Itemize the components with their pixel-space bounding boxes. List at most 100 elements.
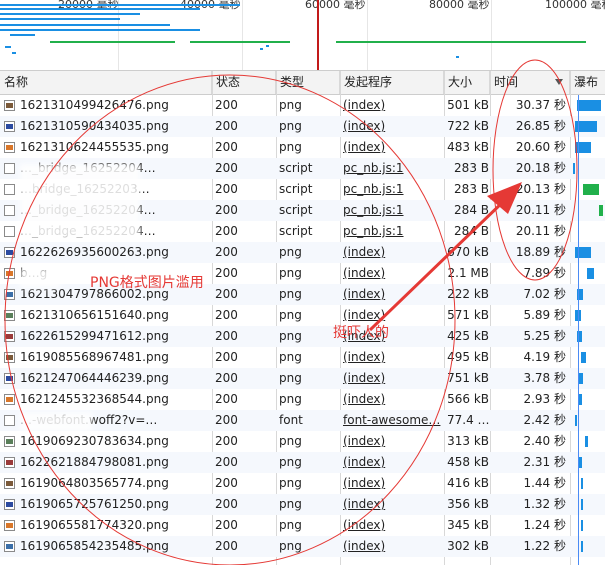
request-initiator[interactable]: (index): [343, 494, 443, 515]
request-type: png: [279, 140, 302, 154]
image-thumbnail: [6, 460, 13, 465]
request-initiator[interactable]: pc_nb.js:1: [343, 179, 443, 200]
table-row[interactable]: 1619064803565774.png 200 png (index) 416 kB 1…: [0, 473, 605, 494]
request-type: png: [279, 539, 302, 553]
table-row[interactable]: 1621245532368544.png 200 png (index) 566 kB 2…: [0, 389, 605, 410]
network-overview-timeline[interactable]: 20000 毫秒 40000 毫秒 60000 毫秒 80000 毫秒 1000…: [0, 0, 605, 71]
overview-activity-bar: [190, 41, 290, 43]
request-initiator[interactable]: (index): [343, 473, 443, 494]
request-type: png: [279, 98, 302, 112]
image-thumbnail: [6, 292, 13, 297]
image-icon: [4, 289, 15, 300]
request-initiator[interactable]: (index): [343, 242, 443, 263]
overview-activity-bar: [0, 8, 200, 10]
column-header-size[interactable]: 大小: [444, 71, 490, 94]
column-header-waterfall[interactable]: 瀑布: [570, 71, 605, 94]
request-size: 345 kB: [447, 518, 489, 532]
overview-activity-bar: [0, 29, 200, 31]
table-row[interactable]: 1619069230783634.png 200 png (index) 313 kB 2…: [0, 431, 605, 452]
overview-activity-bar: [266, 45, 269, 47]
overview-activity-bar: [5, 46, 11, 48]
waterfall-bar: [577, 100, 601, 111]
request-time: 4.19 秒: [523, 350, 566, 364]
table-row[interactable]: 1622621884798081.png 200 png (index) 458 kB 2…: [0, 452, 605, 473]
column-header-initiator[interactable]: 发起程序: [340, 71, 444, 94]
overview-activity-bar: [0, 13, 140, 15]
request-size: 222 kB: [447, 287, 489, 301]
request-size: 751 kB: [447, 371, 489, 385]
font-icon: [4, 415, 15, 426]
request-initiator[interactable]: (index): [343, 536, 443, 557]
overview-activity-bar: [10, 34, 35, 36]
script-icon: [4, 226, 15, 237]
request-initiator[interactable]: (index): [343, 263, 443, 284]
image-icon: [4, 268, 15, 279]
request-initiator[interactable]: pc_nb.js:1: [343, 158, 443, 179]
waterfall-bar: [581, 352, 586, 363]
request-status: 200: [215, 224, 238, 238]
request-initiator[interactable]: font-awesome…: [343, 410, 443, 431]
request-initiator[interactable]: (index): [343, 284, 443, 305]
column-header-type[interactable]: 类型: [276, 71, 340, 94]
request-status: 200: [215, 308, 238, 322]
request-initiator[interactable]: (index): [343, 452, 443, 473]
request-status: 200: [215, 329, 238, 343]
table-row[interactable]: 1619085568967481.png 200 png (index) 495 kB 4…: [0, 347, 605, 368]
request-initiator[interactable]: (index): [343, 515, 443, 536]
image-thumbnail: [6, 250, 13, 255]
table-row[interactable]: 1621310590434035.png 200 png (index) 722 kB 2…: [0, 116, 605, 137]
request-name: 1619064803565774.png: [20, 476, 169, 490]
request-size: 501 kB: [447, 98, 489, 112]
waterfall-bar: [583, 184, 599, 195]
script-icon: [4, 163, 15, 174]
request-initiator[interactable]: (index): [343, 116, 443, 137]
table-row[interactable]: 1619065581774320.png 200 png (index) 345 kB 1…: [0, 515, 605, 536]
request-status: 200: [215, 392, 238, 406]
request-status: 200: [215, 266, 238, 280]
request-size: 77.4 …: [447, 413, 489, 427]
request-status: 200: [215, 476, 238, 490]
table-row[interactable]: 1621310656151640.png 200 png (index) 571 kB 5…: [0, 305, 605, 326]
waterfall-bar: [579, 394, 582, 405]
request-initiator[interactable]: pc_nb.js:1: [343, 200, 443, 221]
overview-gridline: [242, 0, 243, 70]
request-type: png: [279, 434, 302, 448]
column-header-name[interactable]: 名称: [0, 71, 212, 94]
table-row[interactable]: 1619065725761250.png 200 png (index) 356 kB 1…: [0, 494, 605, 515]
request-initiator[interactable]: (index): [343, 95, 443, 116]
request-size: 425 kB: [447, 329, 489, 343]
table-row[interactable]: 1619065854235485.png 200 png (index) 302 kB 1…: [0, 536, 605, 557]
request-time: 7.02 秒: [523, 287, 566, 301]
table-row[interactable]: 1622626935600263.png 200 png (index) 670 kB 1…: [0, 242, 605, 263]
table-row[interactable]: 1622615299471612.png 200 png (index) 425 kB 5…: [0, 326, 605, 347]
request-initiator[interactable]: (index): [343, 368, 443, 389]
image-icon: [4, 394, 15, 405]
request-name: 1621310499426476.png: [20, 98, 169, 112]
request-time: 20.11 秒: [515, 203, 566, 217]
column-header-status[interactable]: 状态: [212, 71, 276, 94]
request-initiator[interactable]: (index): [343, 137, 443, 158]
request-initiator[interactable]: pc_nb.js:1: [343, 221, 443, 242]
column-header-time[interactable]: 时间: [490, 71, 570, 94]
request-type: png: [279, 287, 302, 301]
image-thumbnail: [6, 124, 13, 129]
request-initiator[interactable]: (index): [343, 431, 443, 452]
request-time: 2.42 秒: [523, 413, 566, 427]
table-row[interactable]: 1621310499426476.png 200 png (index) 501 kB 3…: [0, 95, 605, 116]
waterfall-bar: [573, 163, 575, 174]
request-name: 1619065725761250.png: [20, 497, 169, 511]
request-status: 200: [215, 350, 238, 364]
redacted-region: [20, 164, 140, 240]
script-icon: [4, 184, 15, 195]
waterfall-bar: [579, 373, 583, 384]
table-row[interactable]: 1621310624455535.png 200 png (index) 483 kB 2…: [0, 137, 605, 158]
request-type: png: [279, 308, 302, 322]
image-thumbnail: [6, 544, 13, 549]
table-row[interactable]: 1621247064446239.png 200 png (index) 751 kB 3…: [0, 368, 605, 389]
image-icon: [4, 457, 15, 468]
request-initiator[interactable]: (index): [343, 347, 443, 368]
request-name: 1619085568967481.png: [20, 350, 169, 364]
image-icon: [4, 310, 15, 321]
request-initiator[interactable]: (index): [343, 389, 443, 410]
request-type: png: [279, 392, 302, 406]
